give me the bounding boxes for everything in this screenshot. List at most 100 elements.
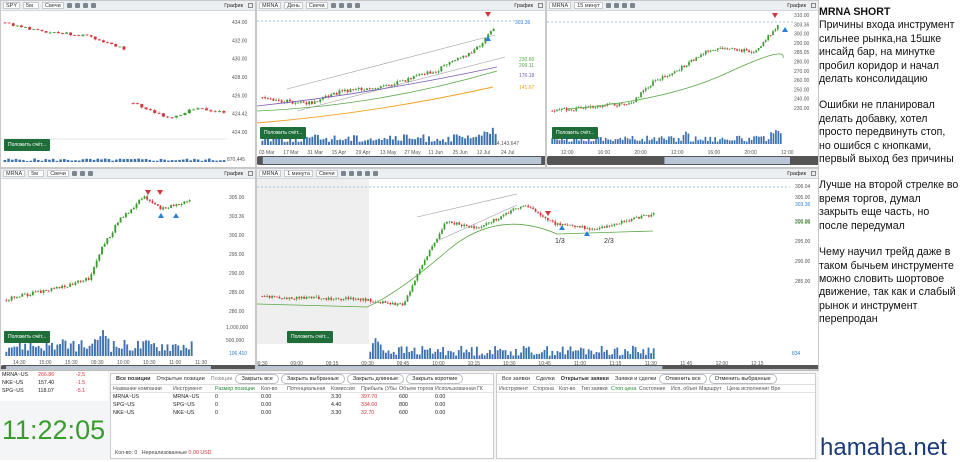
- order-button[interactable]: Положить счёт...: [260, 127, 307, 139]
- close-all-button[interactable]: Закрыть все: [235, 374, 279, 384]
- ruler-icon[interactable]: [372, 171, 378, 176]
- draw-icon[interactable]: [356, 171, 362, 176]
- notes-errors: Ошибки не планировал делать добавку, хот…: [819, 99, 954, 166]
- candle: [300, 296, 303, 299]
- tab-all-positions[interactable]: Все позиции: [113, 375, 154, 383]
- cursor-icon[interactable]: [340, 171, 346, 176]
- volume-bar: [551, 350, 554, 359]
- watchlist-row[interactable]: MRNA~US 266.86 -2.5: [0, 371, 108, 379]
- interval-field[interactable]: 1 минута: [284, 170, 313, 177]
- order-button[interactable]: Положить счёт...: [4, 331, 51, 343]
- trendline-icon[interactable]: [630, 3, 636, 8]
- order-button[interactable]: Положить счёт...: [287, 331, 334, 343]
- column-header[interactable]: Потенциальная: [285, 386, 329, 392]
- close-selected-button[interactable]: Закрыть выбранные: [280, 374, 345, 384]
- volume-bar: [697, 140, 699, 144]
- column-header[interactable]: Использованная ПС: [433, 386, 483, 392]
- column-header[interactable]: Кол-во: [557, 386, 579, 392]
- close-icon[interactable]: [248, 171, 253, 176]
- column-header[interactable]: Объем торгов: [397, 386, 433, 392]
- close-icon[interactable]: [811, 171, 816, 176]
- candle: [745, 48, 748, 51]
- trendline-icon[interactable]: [90, 3, 96, 8]
- m15-plot[interactable]: 310.00 303.36 300.00 290.00 285.05 280.00 270.…: [547, 11, 819, 168]
- cursor-icon[interactable]: [606, 3, 612, 8]
- watchlist-row[interactable]: NKE~US 157.40 -1.5: [0, 379, 108, 387]
- cursor-icon[interactable]: [71, 171, 77, 176]
- volume-bar: [170, 160, 174, 162]
- close-long-button[interactable]: Закрыть длинные: [346, 374, 405, 384]
- table-row[interactable]: NKE~US NKE~US 0 0.00 3.30 32.70 600 0.00: [111, 409, 493, 417]
- column-header[interactable]: Инструмент: [171, 386, 213, 392]
- trendline-icon[interactable]: [364, 171, 370, 176]
- column-header[interactable]: Комиссия: [329, 386, 359, 392]
- symbol-field[interactable]: MRNA: [3, 170, 26, 177]
- tab-open-orders[interactable]: Открытые заявки: [558, 375, 612, 383]
- order-button[interactable]: Положить счёт...: [4, 139, 51, 151]
- symbol-field[interactable]: SPY: [3, 2, 21, 9]
- interval-field[interactable]: 15 минут: [574, 2, 604, 9]
- column-header[interactable]: Вре: [769, 386, 785, 392]
- table-row[interactable]: SPG~US SPG~US 0 0.00 4.40 334.60 800 0.00: [111, 401, 493, 409]
- cursor-icon[interactable]: [66, 3, 72, 8]
- column-header[interactable]: Тип заявки: [579, 386, 609, 392]
- column-header[interactable]: Маршрут: [697, 386, 725, 392]
- candle: [645, 215, 648, 217]
- symbol-field[interactable]: MRNA: [259, 170, 282, 177]
- volume-bar: [167, 160, 170, 162]
- column-header[interactable]: Прибыль (Убы: [359, 386, 397, 392]
- crosshair-icon[interactable]: [74, 3, 80, 8]
- cancel-all-button[interactable]: Отменить все: [659, 374, 707, 384]
- cancel-selected-button[interactable]: Отменить выбранные: [708, 374, 777, 384]
- symbol-field[interactable]: MRNA: [549, 2, 572, 9]
- close-icon[interactable]: [811, 3, 816, 8]
- candle: [377, 88, 379, 89]
- close-icon[interactable]: [248, 3, 253, 8]
- tab-all-orders[interactable]: Все заявки: [499, 375, 533, 383]
- table-row[interactable]: MRNA~US MRNA~US 0 0.00 3.30 397.70 600 0.00: [111, 393, 493, 401]
- draw-icon[interactable]: [346, 3, 352, 8]
- crosshair-icon[interactable]: [614, 3, 620, 8]
- interval-field[interactable]: День: [284, 2, 303, 9]
- trendline-icon[interactable]: [354, 3, 360, 8]
- column-header[interactable]: Исп. объем: [669, 386, 697, 392]
- tab-orders-and-trades[interactable]: Заявки и сделки: [612, 375, 659, 383]
- chart-type-field[interactable]: Свечи: [305, 2, 328, 9]
- close-icon[interactable]: [538, 3, 543, 8]
- column-header[interactable]: Состояние: [637, 386, 669, 392]
- column-header[interactable]: Название компании: [111, 386, 171, 392]
- crosshair-icon[interactable]: [338, 3, 344, 8]
- column-header[interactable]: Сторона: [531, 386, 557, 392]
- wedge-bottom: [436, 204, 518, 242]
- candle: [156, 204, 159, 206]
- column-header[interactable]: Кол-во: [259, 386, 285, 392]
- volume-bar: [572, 351, 575, 359]
- column-header[interactable]: Цена исполнения: [725, 386, 769, 392]
- draw-icon[interactable]: [82, 3, 88, 8]
- column-header[interactable]: Стоп цена: [609, 386, 637, 392]
- cursor-icon[interactable]: [330, 3, 336, 8]
- tab-trades[interactable]: Сделки: [533, 375, 558, 383]
- chart-type-field[interactable]: Свечи: [47, 170, 69, 177]
- chart-type-field[interactable]: Свечи: [42, 2, 64, 9]
- column-header[interactable]: Размер позиции: [213, 386, 259, 392]
- chart-type-field[interactable]: Свечи: [315, 170, 338, 177]
- watchlist-row[interactable]: SPG~US 118.07 -5.1: [0, 387, 108, 395]
- column-header[interactable]: Инструмент: [497, 386, 531, 392]
- order-button[interactable]: Положить счёт...: [552, 127, 599, 139]
- interval-field[interactable]: 5м: [23, 2, 40, 9]
- candle: [379, 301, 382, 304]
- draw-icon[interactable]: [622, 3, 628, 8]
- crosshair-icon[interactable]: [79, 171, 85, 176]
- tab-open-positions[interactable]: Открытые позиции: [154, 375, 208, 383]
- symbol-field[interactable]: MRNA: [259, 2, 282, 9]
- candle: [524, 205, 527, 207]
- close-short-button[interactable]: Закрыть короткие: [406, 374, 464, 384]
- daily-plot[interactable]: 303.36230.60209.11176.18141.6714,143,647…: [257, 11, 546, 168]
- candle: [11, 23, 15, 26]
- interval-field[interactable]: 5м: [28, 170, 45, 177]
- tab-positions[interactable]: Позиции: [208, 375, 236, 383]
- crosshair-icon[interactable]: [348, 171, 354, 176]
- m1-plot[interactable]: 1/3 2/3306.04305.00303.36300.00299.88295.…: [257, 179, 819, 370]
- draw-icon[interactable]: [87, 171, 93, 176]
